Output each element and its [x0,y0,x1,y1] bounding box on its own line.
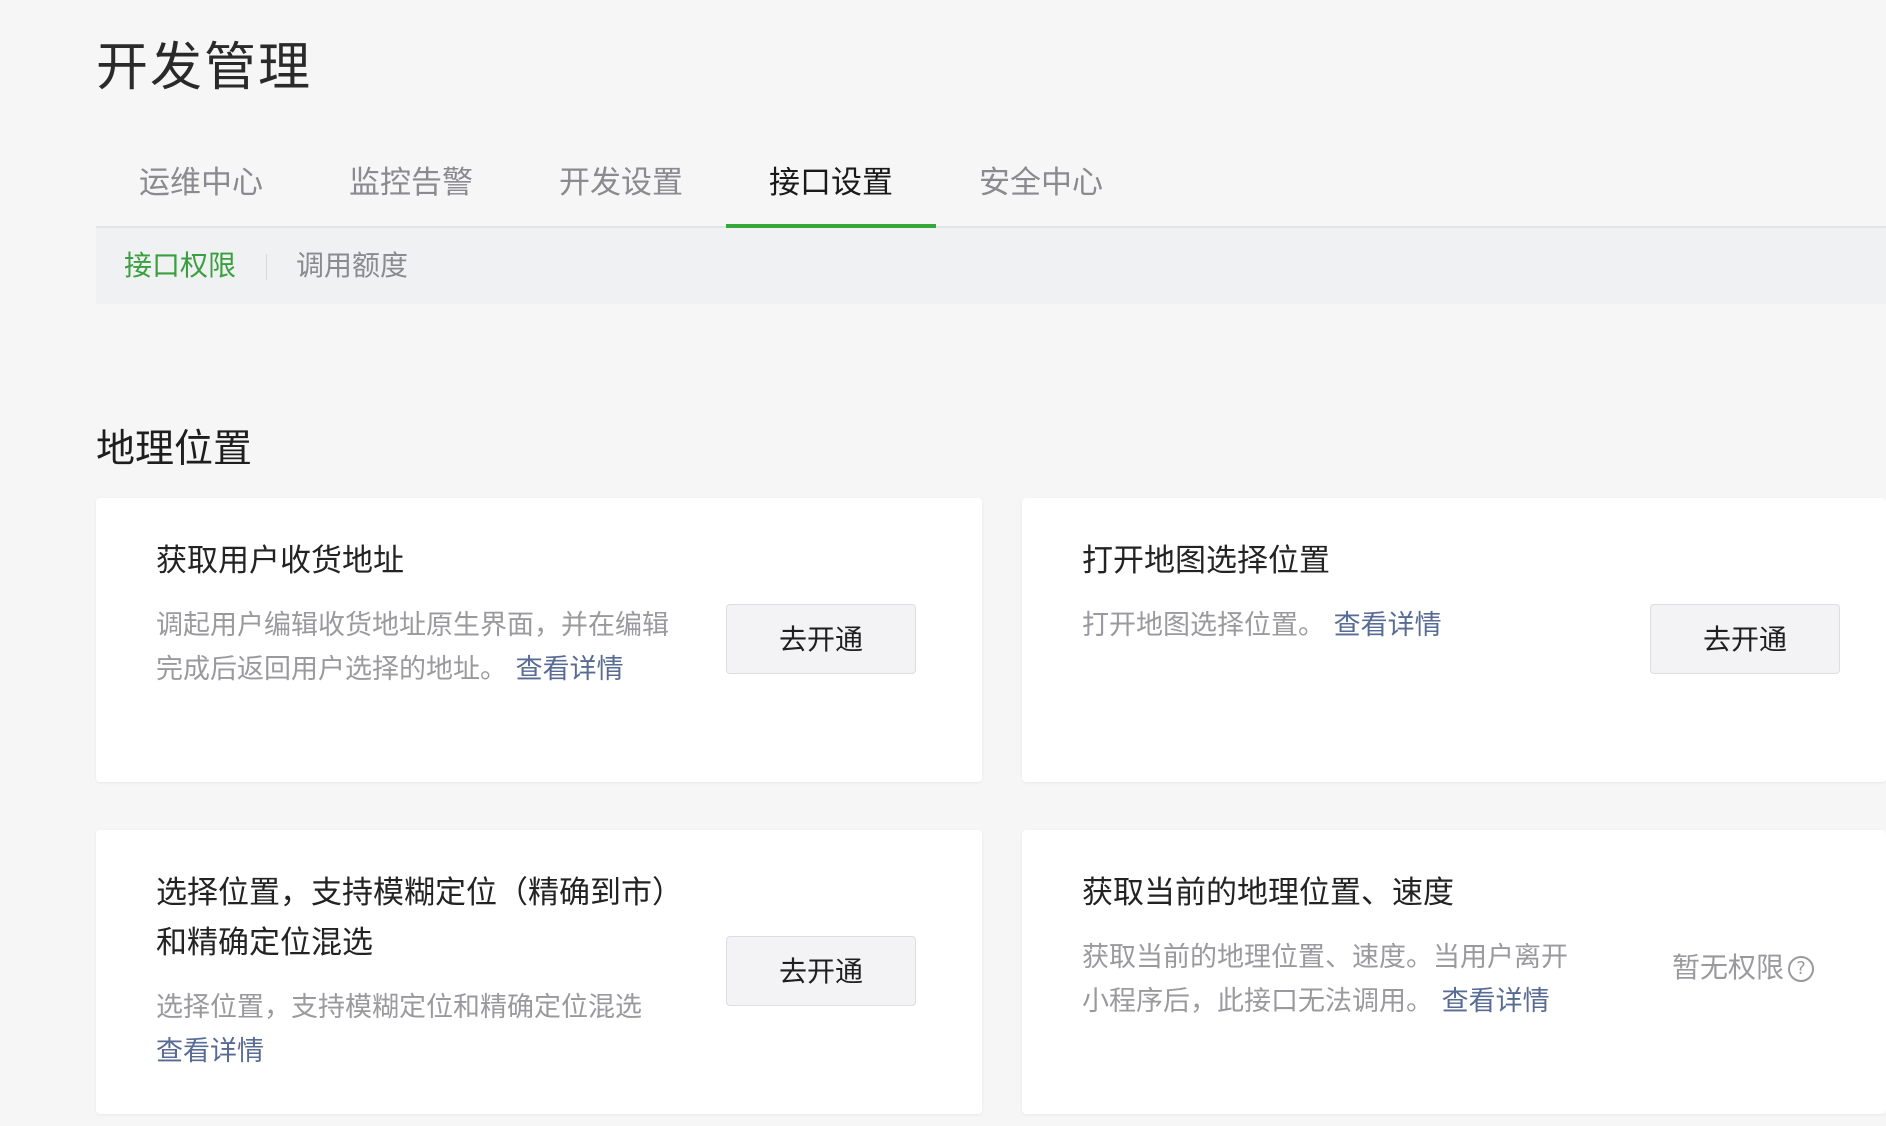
activate-button[interactable]: 去开通 [726,936,916,1006]
no-permission-label: 暂无权限 [1672,951,1785,984]
view-details-link[interactable]: 查看详情 [1442,986,1550,1017]
card-title: 打开地图选择位置 [1082,543,1330,579]
card-title: 获取用户收货地址 [156,543,404,579]
view-details-link[interactable]: 查看详情 [156,1036,264,1067]
subtab-bar: 接口权限 调用额度 [96,228,1886,304]
card-description-text: 选择位置，支持模糊定位和精确定位混选 [156,992,642,1023]
card-description: 选择位置，支持模糊定位和精确定位混选 查看详情 [156,986,656,1074]
subtab-call-quota[interactable]: 调用额度 [296,228,408,304]
api-card-get-shipping-address: 获取用户收货地址 调起用户编辑收货地址原生界面，并在编辑完成后返回用户选择的地址… [96,498,982,782]
subtab-api-permissions[interactable]: 接口权限 [124,228,236,304]
section-title: 地理位置 [96,427,253,472]
card-description: 调起用户编辑收货地址原生界面，并在编辑完成后返回用户选择的地址。 查看详情 [156,604,676,692]
activate-button[interactable]: 去开通 [726,604,916,674]
api-card-choose-location-map: 打开地图选择位置 打开地图选择位置。 查看详情 去开通 [1022,498,1886,782]
api-card-choose-location-fuzzy: 选择位置，支持模糊定位（精确到市）和精确定位混选 选择位置，支持模糊定位和精确定… [96,830,982,1114]
tab-api-settings[interactable]: 接口设置 [726,140,936,228]
tab-dev-settings[interactable]: 开发设置 [516,140,726,226]
page: 开发管理 运维中心 监控告警 开发设置 接口设置 安全中心 接口权限 调用额度 … [96,0,1886,1126]
card-title: 选择位置，支持模糊定位（精确到市）和精确定位混选 [156,875,668,961]
card-description-text: 打开地图选择位置。 [1082,610,1325,641]
card-description: 打开地图选择位置。 查看详情 [1082,604,1642,648]
subtab-divider [266,254,267,280]
card-title: 获取当前的地理位置、速度 [1082,875,1454,911]
activate-button[interactable]: 去开通 [1650,604,1840,674]
api-card-get-location: 获取当前的地理位置、速度 获取当前的地理位置、速度。当用户离开小程序后，此接口无… [1022,830,1886,1114]
tab-security-center[interactable]: 安全中心 [936,140,1146,226]
card-description: 获取当前的地理位置、速度。当用户离开小程序后，此接口无法调用。 查看详情 [1082,936,1582,1024]
tab-bar: 运维中心 监控告警 开发设置 接口设置 安全中心 [96,140,1886,228]
view-details-link[interactable]: 查看详情 [516,654,624,685]
page-title: 开发管理 [96,38,313,98]
view-details-link[interactable]: 查看详情 [1334,610,1442,641]
tab-monitoring-alerts[interactable]: 监控告警 [306,140,516,226]
tab-ops-center[interactable]: 运维中心 [96,140,306,226]
help-circle-icon[interactable]: ? [1788,956,1815,982]
no-permission-status: 暂无权限? [1672,948,1815,988]
